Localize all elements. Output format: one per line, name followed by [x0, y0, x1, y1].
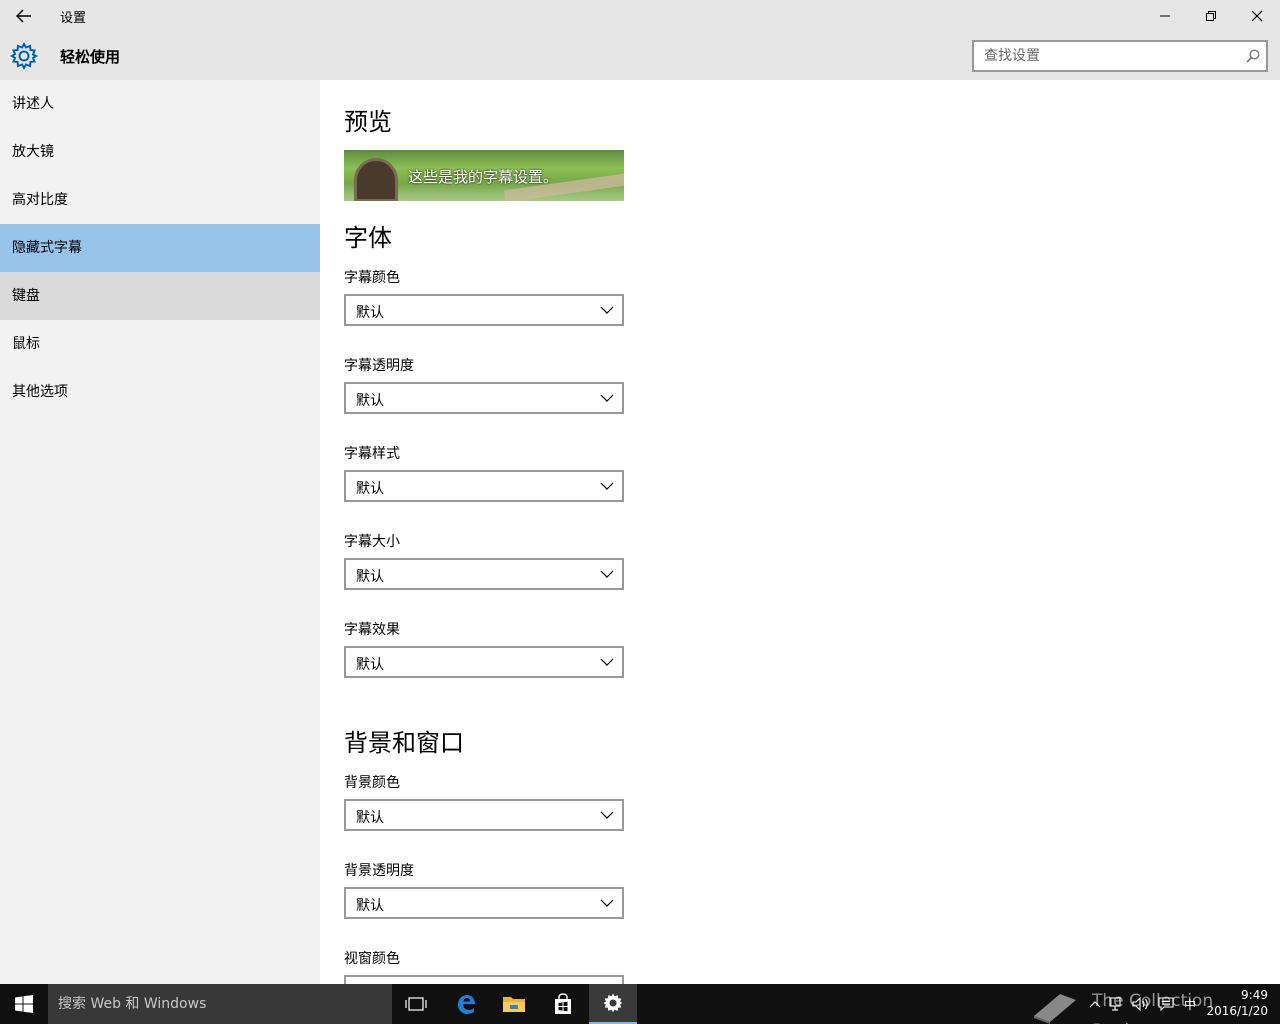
chevron-up-icon — [1089, 1001, 1101, 1008]
caption-transparency-dropdown[interactable]: 默认 — [344, 382, 624, 414]
caption-style-label: 字幕样式 — [344, 446, 400, 462]
taskbar: 搜索 Web 和 Windows The Collection 中 9:49 2… — [0, 984, 1280, 1024]
notification-icon — [1158, 997, 1174, 1011]
chevron-down-icon — [600, 394, 614, 402]
background-color-dropdown[interactable]: 默认 — [344, 799, 624, 831]
main-content[interactable]: 预览 这些是我的字幕设置。 字体 字幕颜色 默认 字幕透明度 默认 字幕样式 默… — [320, 80, 1280, 984]
dropdown-value: 默认 — [356, 657, 384, 673]
preview-caption-text: 这些是我的字幕设置。 — [408, 168, 559, 186]
taskbar-search-box[interactable]: 搜索 Web 和 Windows — [48, 984, 392, 1024]
speaker-icon — [1132, 997, 1148, 1011]
sidebar-item-keyboard[interactable]: 键盘 — [0, 272, 320, 320]
search-box[interactable] — [972, 40, 1268, 72]
caption-effects-label: 字幕效果 — [344, 622, 400, 638]
clock-date: 2016/1/20 — [1206, 1004, 1268, 1018]
dropdown-value: 默认 — [356, 305, 384, 321]
network-icon — [1109, 997, 1121, 1011]
search-input[interactable] — [974, 42, 1266, 70]
window-color-label: 视窗颜色 — [344, 951, 400, 967]
show-hidden-icons-button[interactable] — [1086, 984, 1104, 1024]
font-heading: 字体 — [344, 224, 392, 252]
preview-heading: 预览 — [344, 108, 392, 136]
title-bar: 设置 — [0, 0, 1280, 32]
edge-browser-icon — [458, 995, 475, 1014]
dropdown-value: 默认 — [356, 481, 384, 497]
chevron-down-icon — [600, 811, 614, 819]
file-explorer-taskbar-button[interactable] — [490, 984, 538, 1024]
task-view-icon — [405, 997, 427, 1011]
action-center-button[interactable] — [1154, 984, 1178, 1024]
settings-taskbar-button[interactable] — [589, 984, 637, 1024]
dropdown-value: 默认 — [356, 810, 384, 826]
store-bag-icon — [555, 993, 571, 1014]
edge-taskbar-button[interactable] — [442, 984, 490, 1024]
chevron-down-icon — [600, 482, 614, 490]
caption-preview-image: 这些是我的字幕设置。 — [344, 150, 624, 201]
network-button[interactable] — [1106, 984, 1128, 1024]
sidebar: 讲述人 放大镜 高对比度 隐藏式字幕 键盘 鼠标 其他选项 — [0, 80, 320, 984]
background-transparency-dropdown[interactable]: 默认 — [344, 887, 624, 919]
sidebar-item-closed-captions[interactable]: 隐藏式字幕 — [0, 224, 320, 272]
dropdown-value: 默认 — [356, 393, 384, 409]
clock[interactable]: 9:49 2016/1/20 — [1206, 987, 1268, 1019]
close-icon — [1251, 10, 1263, 22]
volume-button[interactable] — [1130, 984, 1152, 1024]
sidebar-item-other-options[interactable]: 其他选项 — [0, 368, 320, 416]
restore-button[interactable] — [1188, 0, 1234, 32]
window-title: 设置 — [60, 11, 87, 26]
store-taskbar-button[interactable] — [539, 984, 587, 1024]
background-transparency-label: 背景透明度 — [344, 863, 414, 879]
minimize-button[interactable] — [1142, 0, 1188, 32]
sidebar-item-high-contrast[interactable]: 高对比度 — [0, 176, 320, 224]
back-button[interactable] — [0, 0, 48, 32]
chevron-down-icon — [600, 306, 614, 314]
folder-icon — [503, 997, 525, 1012]
clock-time: 9:49 — [1241, 988, 1268, 1002]
windows-logo-icon — [15, 995, 33, 1013]
close-button[interactable] — [1234, 0, 1280, 32]
caption-color-dropdown[interactable]: 默认 — [344, 294, 624, 326]
minimize-icon — [1160, 15, 1170, 17]
chevron-down-icon — [600, 570, 614, 578]
sidebar-item-magnifier[interactable]: 放大镜 — [0, 128, 320, 176]
caption-style-dropdown[interactable]: 默认 — [344, 470, 624, 502]
background-window-heading: 背景和窗口 — [344, 729, 464, 757]
chevron-down-icon — [600, 658, 614, 666]
gear-icon — [603, 993, 623, 1013]
caption-size-label: 字幕大小 — [344, 534, 400, 550]
preview-scene-door — [354, 158, 398, 201]
caption-size-dropdown[interactable]: 默认 — [344, 558, 624, 590]
dropdown-value: 默认 — [356, 569, 384, 585]
sidebar-item-mouse[interactable]: 鼠标 — [0, 320, 320, 368]
ime-indicator[interactable]: 中 — [1180, 984, 1200, 1024]
app-header: 轻松使用 — [0, 32, 1280, 80]
gear-icon — [10, 42, 38, 70]
page-title: 轻松使用 — [60, 48, 121, 66]
window-color-dropdown[interactable] — [344, 975, 624, 984]
caption-transparency-label: 字幕透明度 — [344, 358, 414, 374]
caption-effects-dropdown[interactable]: 默认 — [344, 646, 624, 678]
start-button[interactable] — [0, 984, 48, 1024]
caption-color-label: 字幕颜色 — [344, 270, 400, 286]
dropdown-value: 默认 — [356, 898, 384, 914]
search-icon[interactable] — [1246, 49, 1260, 63]
restore-icon — [1206, 11, 1216, 21]
book-logo-icon — [1034, 994, 1076, 1024]
background-color-label: 背景颜色 — [344, 775, 400, 791]
back-arrow-icon — [16, 9, 31, 23]
task-view-button[interactable] — [392, 984, 440, 1024]
chevron-down-icon — [600, 899, 614, 907]
sidebar-item-narrator[interactable]: 讲述人 — [0, 80, 320, 128]
